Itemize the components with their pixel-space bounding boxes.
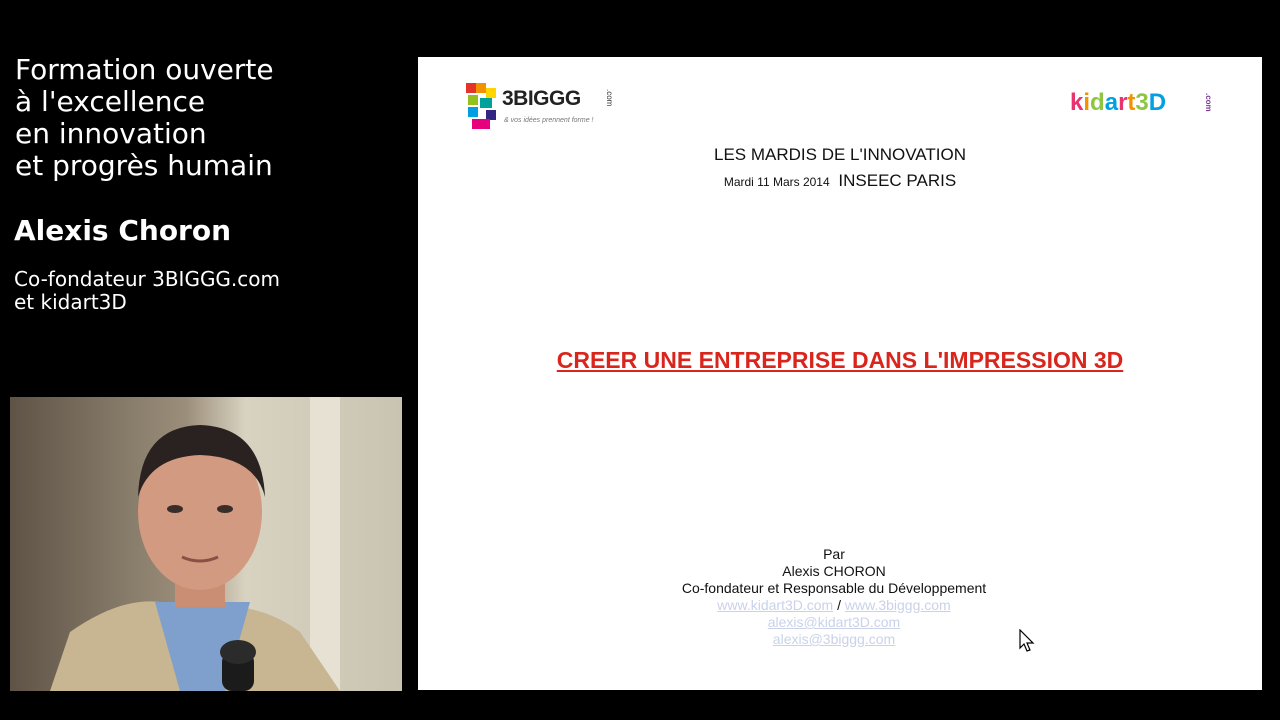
title-line: en innovation [15,117,207,150]
logo-kidart3d-com: .com [1204,93,1213,112]
logo-letter: a [1104,89,1119,116]
presentation-slide: 3BIGGG .com & vos idées prennent forme !… [418,57,1262,690]
speaker-role: Co-fondateur 3BIGGG.com et kidart3D [14,268,280,314]
speaker-name: Alexis Choron [14,214,232,247]
event-place: INSEEC PARIS [838,171,957,190]
website-link-kidart3d[interactable]: www.kidart3D.com [717,597,833,613]
email-link-kidart3d[interactable]: alexis@kidart3D.com [768,614,900,630]
speaker-role-line: Co-fondateur 3BIGGG.com [14,267,281,291]
speaker-video-frame [10,397,402,691]
logo-3biggg-com: .com [605,89,614,107]
logo-3biggg: 3BIGGG .com & vos idées prennent forme ! [466,81,616,131]
logo-letter: 3 [1135,89,1149,116]
slide-main-title: CREER UNE ENTREPRISE DANS L'IMPRESSION 3… [556,347,1124,373]
event-date: Mardi 11 Mars 2014 [723,175,830,189]
speaker-role-line: et kidart3D [14,290,127,314]
website-link-3biggg[interactable]: www.3biggg.com [845,597,951,613]
author-block: Par Alexis CHORON Co-fondateur et Respon… [418,546,1250,648]
author-role: Co-fondateur et Responsable du Développe… [681,580,987,596]
speaker-video[interactable] [10,397,402,691]
author-name: Alexis CHORON [782,563,886,579]
logo-letter: d [1090,89,1105,116]
event-subtitle: Mardi 11 Mars 2014 INSEEC PARIS [418,171,1262,191]
sidebar-title: Formation ouverte à l'excellence en inno… [15,54,405,182]
website-separator: / [837,597,841,613]
logo-3biggg-text: 3BIGGG [502,87,581,110]
title-line: et progrès humain [15,149,273,182]
logo-letter: D [1148,89,1167,116]
event-title: LES MARDIS DE L'INNOVATION [714,145,966,164]
logo-letter: r [1118,89,1128,116]
logo-kidart3d: kidart3D .com [1070,89,1213,117]
author-by: Par [823,546,845,562]
logo-letter: i [1083,89,1091,116]
mouse-cursor-icon [1019,629,1035,652]
logo-letter: k [1070,89,1084,116]
email-link-3biggg[interactable]: alexis@3biggg.com [773,631,895,647]
author-websites: www.kidart3D.com / www.3biggg.com [418,597,1250,614]
logo-3biggg-tagline: & vos idées prennent forme ! [504,117,594,124]
cube-logo-icon [466,83,496,129]
title-line: Formation ouverte [15,53,274,86]
title-line: à l'excellence [15,85,206,118]
logo-letter: t [1127,89,1136,116]
